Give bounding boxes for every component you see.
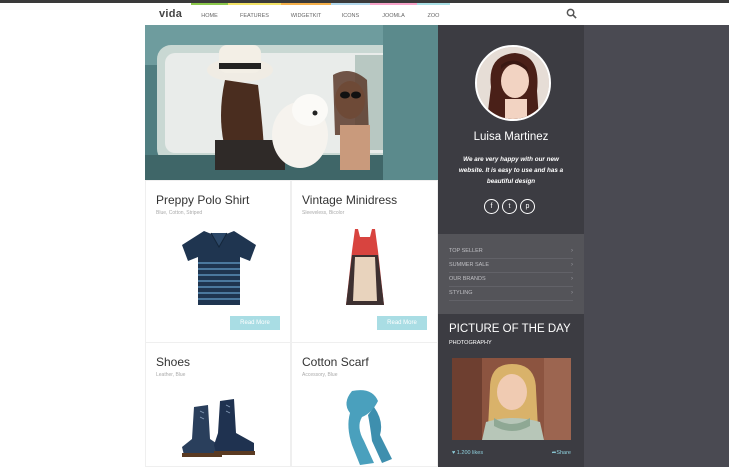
profile-panel: Luisa Martinez We are very happy with ou… (438, 25, 584, 467)
nav-features[interactable]: FEATURES (228, 3, 281, 25)
hero-photo (145, 25, 438, 180)
minidress-image[interactable] (322, 225, 408, 309)
nav-icons[interactable]: ICONS (331, 3, 370, 25)
share-link[interactable]: ➦Share (552, 450, 571, 456)
product-tags: Accessory, Blue (302, 372, 338, 378)
nav-label: JOOMLA (382, 13, 405, 19)
share-label: Share (556, 450, 571, 456)
nav-label: ICONS (341, 13, 360, 19)
likes-label: 1.200 likes (456, 450, 484, 456)
facebook-icon[interactable]: f (484, 199, 499, 214)
social-links: f t p (484, 199, 535, 214)
nav-label: WIDGETKIT (290, 13, 322, 19)
read-more-button[interactable]: Read More (377, 316, 427, 330)
menu-label: STYLING (449, 290, 473, 296)
menu-item-styling[interactable]: STYLING › (449, 287, 573, 301)
chevron-right-icon: › (571, 248, 573, 254)
avatar[interactable] (475, 45, 551, 121)
chevron-right-icon: › (571, 276, 573, 282)
product-title[interactable]: Cotton Scarf (302, 355, 369, 369)
menu-item-top-seller[interactable]: TOP SELLER › (449, 245, 573, 259)
menu-label: OUR BRANDS (449, 276, 486, 282)
site-header: vida HOME FEATURES WIDGETKIT ICONS JOOML… (145, 3, 584, 26)
product-title[interactable]: Vintage Minidress (302, 193, 397, 207)
avatar-photo (477, 47, 549, 119)
category-menu: TOP SELLER › SUMMER SALE › OUR BRANDS › STY… (438, 234, 584, 314)
search-icon[interactable] (566, 8, 577, 19)
polo-shirt-image[interactable] (176, 225, 262, 309)
menu-item-our-brands[interactable]: OUR BRANDS › (449, 273, 573, 287)
nav-label: HOME (201, 13, 218, 19)
product-card: Cotton Scarf Accessory, Blue (291, 342, 438, 467)
site-logo[interactable]: vida (159, 8, 182, 20)
nav-zoo[interactable]: ZOO (417, 3, 450, 25)
read-more-button[interactable]: Read More (230, 316, 280, 330)
left-margin (0, 25, 145, 467)
scarf-image[interactable] (322, 387, 408, 467)
likes-count[interactable]: ♥ 1.200 likes (452, 450, 483, 456)
profile-name: Luisa Martinez (473, 131, 549, 143)
product-tags: Blue, Cotton, Striped (156, 210, 203, 216)
product-title[interactable]: Shoes (156, 355, 190, 369)
portrait-photo (452, 358, 571, 440)
nav-home[interactable]: HOME (191, 3, 228, 25)
chevron-right-icon: › (571, 262, 573, 268)
testimonial-quote: We are very happy with our new website. … (458, 156, 564, 185)
pinterest-icon[interactable]: p (520, 199, 535, 214)
chevron-right-icon: › (571, 290, 573, 296)
nav-widgetkit[interactable]: WIDGETKIT (281, 3, 331, 25)
nav-label: FEATURES (240, 13, 269, 19)
picture-of-day-subtitle: PHOTOGRAPHY (449, 340, 492, 346)
picture-of-day-image[interactable] (452, 358, 571, 440)
product-card: Shoes Leather, Blue (145, 342, 291, 467)
product-card: Preppy Polo Shirt Blue, Cotton, Striped … (145, 180, 291, 343)
boots-image[interactable] (176, 393, 262, 463)
nav-joomla[interactable]: JOOMLA (370, 3, 417, 25)
menu-item-summer-sale[interactable]: SUMMER SALE › (449, 259, 573, 273)
menu-label: TOP SELLER (449, 248, 483, 254)
right-background (584, 25, 729, 467)
nav-label: ZOO (427, 13, 440, 19)
product-card: Vintage Minidress Sleeveless, Bicolor Re… (291, 180, 438, 343)
main-nav: HOME FEATURES WIDGETKIT ICONS JOOMLA ZOO (191, 3, 450, 25)
menu-label: SUMMER SALE (449, 262, 490, 268)
picture-of-day-title: PICTURE OF THE DAY (449, 323, 571, 335)
twitter-icon[interactable]: t (502, 199, 517, 214)
product-tags: Sleeveless, Bicolor (302, 210, 345, 216)
car-photo (145, 25, 438, 180)
product-title[interactable]: Preppy Polo Shirt (156, 193, 249, 207)
product-tags: Leather, Blue (156, 372, 186, 378)
